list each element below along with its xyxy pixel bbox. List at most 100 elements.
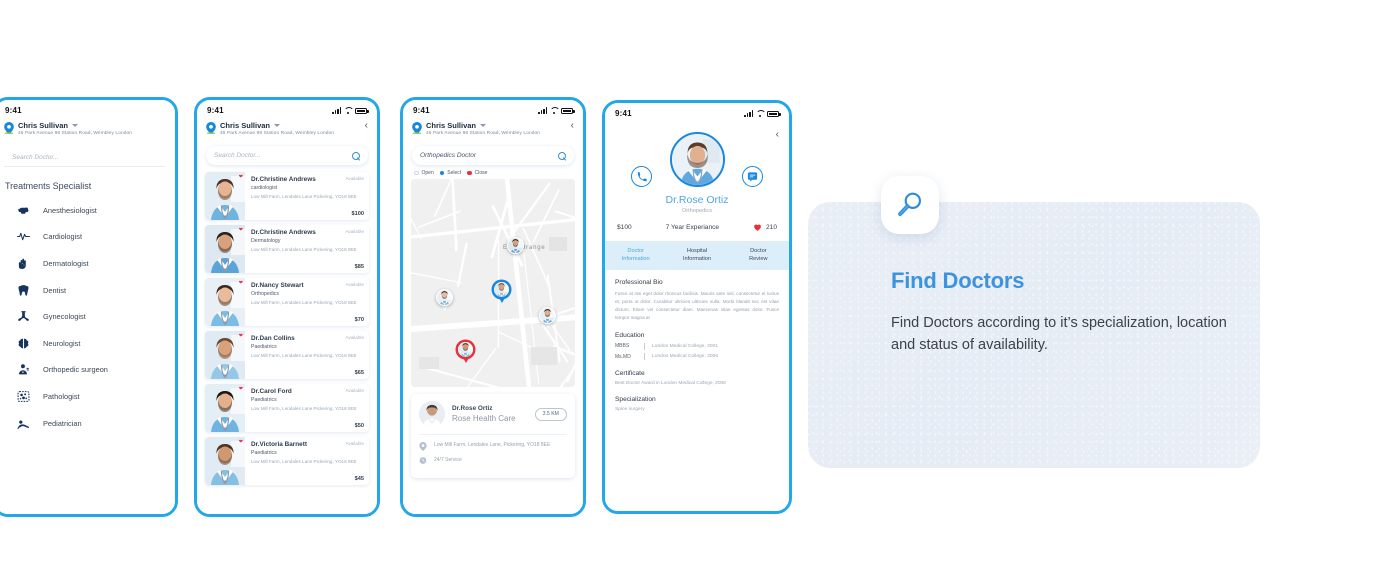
heart-badge-icon: ❤ <box>238 174 243 180</box>
legend-label: Close <box>474 170 488 176</box>
legend-item-select: Select <box>439 170 461 176</box>
pin-avatar <box>507 237 524 254</box>
specialist-item-pathologist[interactable]: Pathologist <box>0 383 175 410</box>
screenshot-root: 9:41 Chris Sullivan 46 Park Avenue 98 St… <box>0 0 1400 573</box>
location-header[interactable]: Chris Sullivan 46 Park Avenue 98 Station… <box>403 117 583 136</box>
doctor-specialty: cardiologist <box>251 184 278 191</box>
doctor-name: Dr.Rose Ortiz <box>665 194 729 206</box>
search-input[interactable]: Search Doctor... <box>206 146 368 165</box>
doctor-card[interactable]: ❤ Dr.Victoria Barnett Paediatrics Low Mi… <box>205 437 369 485</box>
specialist-item-dermatologist[interactable]: Dermatologist <box>0 250 175 277</box>
selected-doctor-card[interactable]: Dr.Rose Ortiz Rose Health Care 3.5 KM Lo… <box>411 394 575 478</box>
specialist-item-pediatrician[interactable]: Pediatrician <box>0 410 175 437</box>
location-pin-icon <box>419 441 427 451</box>
battery-icon <box>767 110 781 117</box>
doctor-address: Low Mill Farm, Lendales Lane Pickering, … <box>251 406 357 411</box>
back-button[interactable]: ‹ <box>776 130 779 140</box>
heart-badge-icon: ❤ <box>238 333 243 339</box>
anesthesia-mask-icon <box>18 207 29 214</box>
map-pin-open[interactable] <box>539 307 556 329</box>
location-header[interactable]: Chris Sullivan 46 Park Avenue 98 Station… <box>0 117 175 136</box>
education-degree: MBBS <box>615 343 630 350</box>
status-icons <box>332 107 369 114</box>
specialist-item-neurologist[interactable]: Neurologist <box>0 330 175 357</box>
doctor-card[interactable]: ❤ Dr.Dan Collins Paediatrics Low Mill Fa… <box>205 331 369 379</box>
brain-icon <box>17 337 30 350</box>
map-pin-open[interactable] <box>436 289 453 311</box>
specialist-label: Dermatologist <box>43 258 89 268</box>
tab-doctor-review[interactable]: Doctor Review <box>728 241 789 270</box>
doctor-address: Low Mill Farm, Lendales Lane Pickering, … <box>251 300 357 305</box>
specialist-item-anesthesiologist[interactable]: Anesthesiologist <box>0 197 175 224</box>
certificate-text: Best Doctor Award in London Medical Coll… <box>615 381 726 387</box>
specialist-label: Neurologist <box>43 338 81 348</box>
feature-icon-card <box>881 176 939 234</box>
doctor-card[interactable]: ❤ Dr.Christine Andrews Dermatology Low M… <box>205 225 369 273</box>
user-name: Chris Sullivan <box>18 121 69 130</box>
doctor-list[interactable]: ❤ Dr.Christine Andrews cardiologist Low … <box>197 172 377 485</box>
doctor-price: $85 <box>354 264 364 270</box>
education-list: MBBS London Medical College, 2001 Ms.MD Lon… <box>615 342 779 361</box>
map-pin-select[interactable] <box>493 281 510 303</box>
status-bar: 9:41 <box>0 100 175 117</box>
pin-avatar <box>493 281 510 298</box>
battery-icon <box>561 107 575 114</box>
legend-dot <box>439 170 445 176</box>
specialist-item-orthopedic-surgeon[interactable]: Orthopedic surgeon <box>0 357 175 384</box>
doctor-card[interactable]: ❤ Dr.Christine Andrews cardiologist Low … <box>205 172 369 220</box>
avatar <box>419 401 445 427</box>
status-icons <box>744 110 781 117</box>
heart-badge-icon: ❤ <box>238 227 243 233</box>
doctor-photo: ❤ <box>205 384 245 432</box>
distance-badge: 3.5 KM <box>534 407 567 421</box>
tab-hospital-information[interactable]: Hospital Information <box>666 241 727 270</box>
search-input[interactable]: Search Doctor... <box>4 148 166 167</box>
specialization-heading: Specialization <box>615 396 656 404</box>
search-input[interactable]: Orthopedics Doctor <box>412 146 574 165</box>
search-icon[interactable] <box>352 151 360 160</box>
brain-icon <box>18 338 29 349</box>
search-icon[interactable] <box>558 151 566 160</box>
back-button[interactable]: ‹ <box>571 121 574 131</box>
chevron-down-icon[interactable] <box>72 124 79 127</box>
message-button[interactable] <box>742 166 763 187</box>
education-degree: Ms.MD <box>615 353 631 360</box>
location-header[interactable]: Chris Sullivan 46 Park Avenue 98 Station… <box>197 117 377 136</box>
section-title: Treatments Specialist <box>5 181 92 191</box>
doctor-card[interactable]: ❤ Dr.Nancy Stewart Orthopedics Low Mill … <box>205 278 369 326</box>
chevron-down-icon[interactable] <box>480 124 487 127</box>
education-row: Ms.MD London Medical College, 2006 <box>615 353 779 361</box>
doctor-address: Low Mill Farm, Lendales Lane Pickering, … <box>251 194 357 199</box>
status-bar: 9:41 <box>197 100 377 117</box>
back-button[interactable]: ‹ <box>365 121 368 131</box>
specialist-item-gynecologist[interactable]: Gynecologist <box>0 303 175 330</box>
profile-tabs[interactable]: Doctor Information Hospital Information Doct… <box>605 241 789 271</box>
doctor-address: Low Mill Farm, Lendales Lane Pickering, … <box>251 353 357 358</box>
map-pin-close[interactable] <box>457 341 474 363</box>
doctor-photo: ❤ <box>205 225 245 273</box>
education-heading: Education <box>615 331 645 339</box>
map-view[interactable]: East Orange <box>411 179 575 387</box>
availability-status: Available <box>345 388 364 393</box>
availability-status: Available <box>345 335 364 340</box>
experience: 7 Year Experiance <box>665 224 720 231</box>
doctor-price: $100 <box>351 211 364 217</box>
doctor-price: $45 <box>354 476 364 482</box>
doctor-card[interactable]: ❤ Dr.Carol Ford Paediatrics Low Mill Far… <box>205 384 369 432</box>
anesthesia-mask-icon <box>17 204 30 217</box>
specialist-item-cardiologist[interactable]: Cardiologist <box>0 224 175 251</box>
specialist-item-dentist[interactable]: Dentist <box>0 277 175 304</box>
consult-price: $100 <box>617 224 632 231</box>
tab-doctor-information[interactable]: Doctor Information <box>605 241 666 270</box>
chevron-down-icon[interactable] <box>274 124 281 127</box>
call-button[interactable] <box>631 166 652 187</box>
tab-label-line: Information <box>683 256 711 263</box>
skin-hand-icon <box>18 258 26 269</box>
tab-label-line: Doctor <box>750 248 767 254</box>
status-time: 9:41 <box>615 109 632 118</box>
organization-name: Rose Health Care <box>452 414 516 423</box>
map-pin-open[interactable] <box>507 237 524 259</box>
heart-badge-icon: ❤ <box>238 280 243 286</box>
availability-status: Available <box>345 229 364 234</box>
surgeon-icon <box>18 364 29 375</box>
